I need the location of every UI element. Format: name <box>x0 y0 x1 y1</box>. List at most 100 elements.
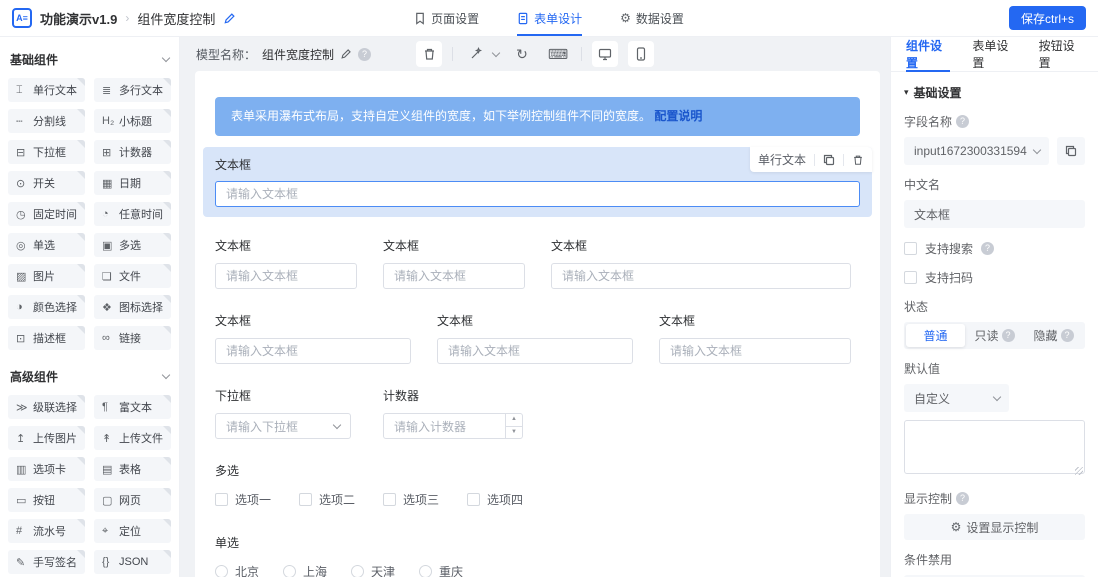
checkbox-option[interactable]: 选项四 <box>467 491 523 508</box>
radio-option[interactable]: 北京 <box>215 563 259 577</box>
checkbox-group-field[interactable]: 多选 选项一 选项二 选项三 选项四 <box>215 462 860 508</box>
default-value-textarea[interactable] <box>904 420 1085 474</box>
component-item[interactable]: ⊞ 计数器 <box>94 140 171 164</box>
section-advanced-components[interactable]: 高级组件 <box>8 368 171 385</box>
form-field[interactable]: 文本框 <box>551 237 851 289</box>
form-field[interactable]: 下拉框 请输入下拉框 <box>215 387 351 439</box>
status-normal[interactable]: 普通 <box>906 324 965 347</box>
copy-component-icon[interactable] <box>823 154 835 166</box>
component-item[interactable]: ▭ 按钮 <box>8 488 85 512</box>
component-item[interactable]: ▦ 日期 <box>94 171 171 195</box>
form-canvas[interactable]: 表单采用瀑布式布局，支持自定义组件的宽度，如下举例控制组件不同的宽度。 配置说明… <box>195 71 880 577</box>
spin-up-icon[interactable]: ▲ <box>506 414 522 427</box>
radio-option[interactable]: 上海 <box>283 563 327 577</box>
checkbox-icon[interactable] <box>215 493 228 506</box>
help-icon[interactable]: ? <box>956 492 970 505</box>
help-icon[interactable]: ? <box>956 115 970 128</box>
component-item[interactable]: ⌖ 定位 <box>94 519 171 543</box>
component-item[interactable]: ◑ 颜色选择 <box>8 295 85 319</box>
text-input[interactable] <box>215 181 860 207</box>
nav-form-design[interactable]: 表单设计 <box>517 0 583 36</box>
resize-grip-icon[interactable] <box>1075 467 1083 475</box>
tab-component-settings[interactable]: 组件设置 <box>906 37 951 72</box>
checkbox-icon[interactable] <box>299 493 313 506</box>
radio-group-field[interactable]: 单选 北京 上海 天津 重庆 <box>215 534 860 577</box>
help-icon[interactable]: ? <box>1060 329 1074 342</box>
edit-title-icon[interactable] <box>223 12 236 25</box>
nav-data-settings[interactable]: ⚙ 数据设置 <box>620 0 684 36</box>
component-item[interactable]: ≫ 级联选择 <box>8 395 85 419</box>
caret-down-icon[interactable] <box>491 48 501 57</box>
component-item[interactable]: ⊡ 描述框 <box>8 326 85 350</box>
component-item[interactable]: ❏ 文件 <box>94 264 171 288</box>
radio-icon[interactable] <box>351 565 365 577</box>
breadcrumb-app[interactable]: 功能演示v1.9 <box>40 9 117 28</box>
component-item[interactable]: H₂ 小标题 <box>94 109 171 133</box>
help-icon[interactable]: ? <box>981 242 995 255</box>
theme-wand-icon[interactable] <box>463 41 489 67</box>
copy-field-name-button[interactable] <box>1057 137 1085 165</box>
radio-icon[interactable] <box>419 565 433 577</box>
status-readonly[interactable]: 只读 ? <box>965 324 1024 347</box>
support-search-checkbox[interactable]: 支持搜索 ? <box>904 240 1085 257</box>
checkbox-icon[interactable] <box>904 242 917 255</box>
radio-option[interactable]: 天津 <box>351 563 395 577</box>
component-item[interactable]: ↟ 上传文件 <box>94 426 171 450</box>
radio-icon[interactable] <box>283 565 297 577</box>
component-item[interactable]: ¶ 富文本 <box>94 395 171 419</box>
component-item[interactable]: ┄ 分割线 <box>8 109 85 133</box>
component-item[interactable]: {} JSON <box>94 550 171 574</box>
component-item[interactable]: ↥ 上传图片 <box>8 426 85 450</box>
form-field[interactable]: 文本框 <box>383 237 525 289</box>
component-item[interactable]: ⌶ 单行文本 <box>8 78 85 102</box>
text-input[interactable] <box>659 338 851 364</box>
component-item[interactable]: ❖ 图标选择 <box>94 295 171 319</box>
app-logo[interactable]: A≡ <box>12 8 32 28</box>
set-display-control-button[interactable]: ⚙ 设置显示控制 <box>904 514 1085 540</box>
text-input[interactable] <box>215 338 411 364</box>
field-name-select[interactable]: input1672300331594 <box>904 137 1049 165</box>
section-basic-settings[interactable]: ▾ 基础设置 <box>904 84 1085 101</box>
component-item[interactable]: ▤ 表格 <box>94 457 171 481</box>
delete-component-icon[interactable] <box>852 154 864 166</box>
component-item[interactable]: ⊙ 开关 <box>8 171 85 195</box>
undo-icon[interactable]: ↻ <box>509 41 535 67</box>
checkbox-icon[interactable] <box>904 271 917 284</box>
checkbox-option[interactable]: 选项二 <box>299 491 355 508</box>
support-scan-checkbox[interactable]: 支持扫码 <box>904 269 1085 286</box>
dropdown-select[interactable]: 请输入下拉框 <box>215 413 351 439</box>
config-doc-link[interactable]: 配置说明 <box>654 109 702 123</box>
spin-down-icon[interactable]: ▼ <box>506 427 522 439</box>
component-item[interactable]: ◔ 任意时间 <box>94 202 171 226</box>
component-item[interactable]: ∞ 链接 <box>94 326 171 350</box>
tab-button-settings[interactable]: 按钮设置 <box>1039 37 1083 71</box>
chinese-name-input[interactable]: 文本框 <box>904 200 1085 228</box>
keyboard-icon[interactable]: ⌨ <box>545 41 571 67</box>
checkbox-icon[interactable] <box>467 493 481 506</box>
edit-model-name-icon[interactable] <box>340 48 352 60</box>
default-value-select[interactable]: 自定义 <box>904 384 1009 412</box>
checkbox-option[interactable]: 选项三 <box>383 491 439 508</box>
selected-component[interactable]: 单行文本 文本框 <box>203 147 872 217</box>
form-field[interactable]: 计数器 请输入计数器 ▲ ▼ <box>383 387 523 439</box>
checkbox-option[interactable]: 选项一 <box>215 491 271 508</box>
checkbox-icon[interactable] <box>383 493 397 506</box>
mobile-preview-icon[interactable] <box>628 41 654 67</box>
component-item[interactable]: ▨ 图片 <box>8 264 85 288</box>
component-item[interactable]: ▣ 多选 <box>94 233 171 257</box>
form-field[interactable]: 文本框 <box>437 312 633 364</box>
radio-icon[interactable] <box>215 565 228 577</box>
text-input[interactable] <box>383 263 525 289</box>
component-item[interactable]: ≣ 多行文本 <box>94 78 171 102</box>
tab-form-settings[interactable]: 表单设置 <box>972 37 1016 71</box>
component-item[interactable]: ✎ 手写签名 <box>8 550 85 574</box>
help-icon[interactable]: ? <box>1001 329 1015 342</box>
model-help-icon[interactable]: ? <box>358 47 372 61</box>
form-field[interactable]: 文本框 <box>215 237 357 289</box>
text-input[interactable] <box>215 263 357 289</box>
text-input[interactable] <box>551 263 851 289</box>
section-basic-components[interactable]: 基础组件 <box>8 51 171 68</box>
component-item[interactable]: ⊟ 下拉框 <box>8 140 85 164</box>
form-field[interactable]: 文本框 <box>215 312 411 364</box>
clear-canvas-icon[interactable] <box>416 41 442 67</box>
